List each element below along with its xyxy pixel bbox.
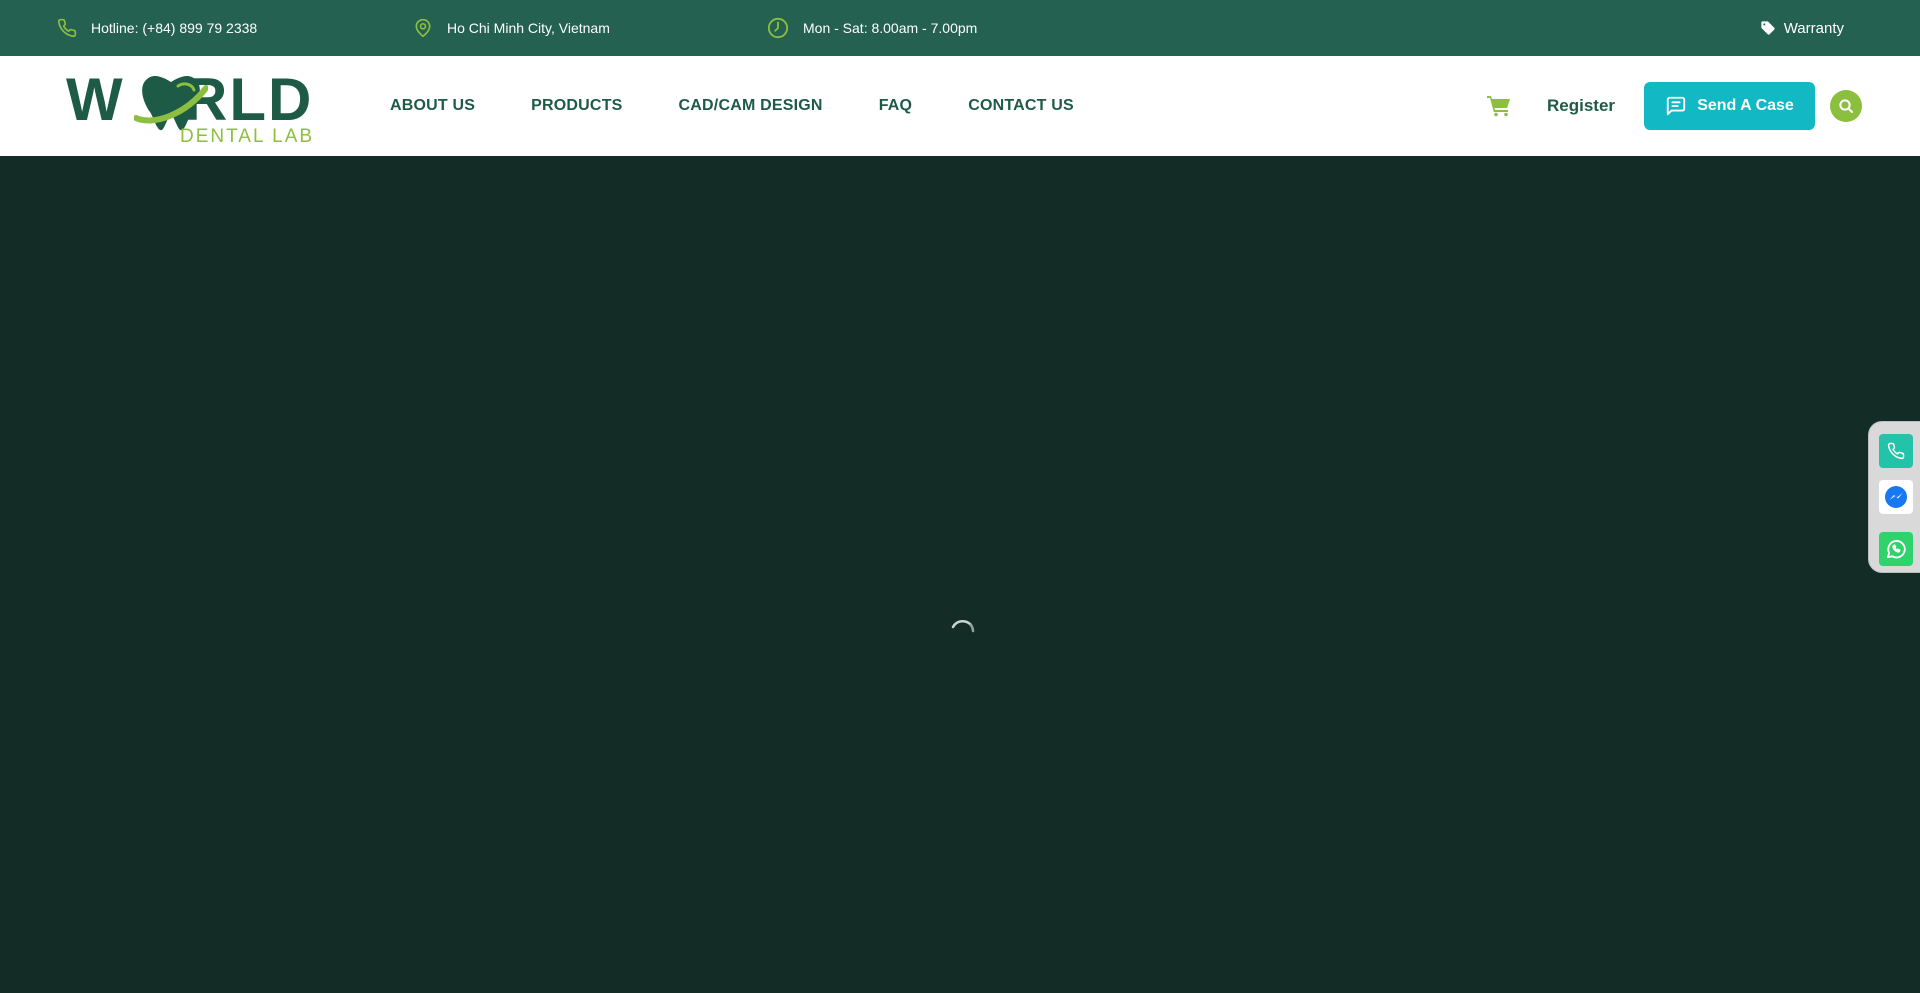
phone-icon [57,18,77,38]
loading-spinner-icon [951,620,975,633]
whatsapp-icon [1886,540,1906,559]
register-link[interactable]: Register [1547,96,1615,116]
location-text: Ho Chi Minh City, Vietnam [447,20,610,36]
nav-contact-us[interactable]: CONTACT US [968,97,1074,115]
logo-subtitle: DENTAL LAB [180,126,315,147]
hours-info: Mon - Sat: 8.00am - 7.00pm [767,0,977,56]
floating-phone-button[interactable] [1879,434,1913,468]
hotline-text: Hotline: (+84) 899 79 2338 [91,20,258,36]
cart-button[interactable] [1487,95,1511,122]
tooth-logo-icon [134,76,208,131]
cart-icon [1487,96,1510,117]
hours-text: Mon - Sat: 8.00am - 7.00pm [803,20,978,36]
warranty-link[interactable]: Warranty [1760,0,1844,56]
location-pin-icon [415,18,431,38]
phone-icon [1887,442,1905,460]
chat-icon [1667,96,1686,116]
nav-about-us[interactable]: ABOUT US [390,97,475,115]
floating-whatsapp-button[interactable] [1879,532,1913,566]
main-nav: ABOUT US PRODUCTS CAD/CAM DESIGN FAQ CON… [390,56,1130,156]
search-icon [1839,99,1853,113]
main-header: W RLD DENTAL LAB ABOUT US PRODUCTS CAD/CA… [0,56,1920,156]
top-info-bar: Hotline: (+84) 899 79 2338 Ho Chi Minh C… [0,0,1920,56]
nav-faq[interactable]: FAQ [879,97,913,115]
warranty-label: Warranty [1783,19,1844,37]
send-a-case-label: Send A Case [1697,97,1794,114]
clock-icon [767,17,789,39]
logo[interactable]: W RLD DENTAL LAB [66,66,322,148]
page-content-loading [0,156,1920,993]
messenger-icon [1885,486,1907,508]
tag-icon [1761,21,1775,35]
floating-messenger-button[interactable] [1879,480,1913,514]
search-button[interactable] [1830,90,1862,122]
floating-contact-widget [1868,421,1920,573]
send-a-case-button[interactable]: Send A Case [1644,82,1815,130]
location-info: Ho Chi Minh City, Vietnam [413,0,610,56]
hotline-info[interactable]: Hotline: (+84) 899 79 2338 [57,0,257,56]
logo-letter-w: W [66,66,125,133]
nav-cad-cam-design[interactable]: CAD/CAM DESIGN [679,97,823,115]
nav-products[interactable]: PRODUCTS [531,97,622,115]
